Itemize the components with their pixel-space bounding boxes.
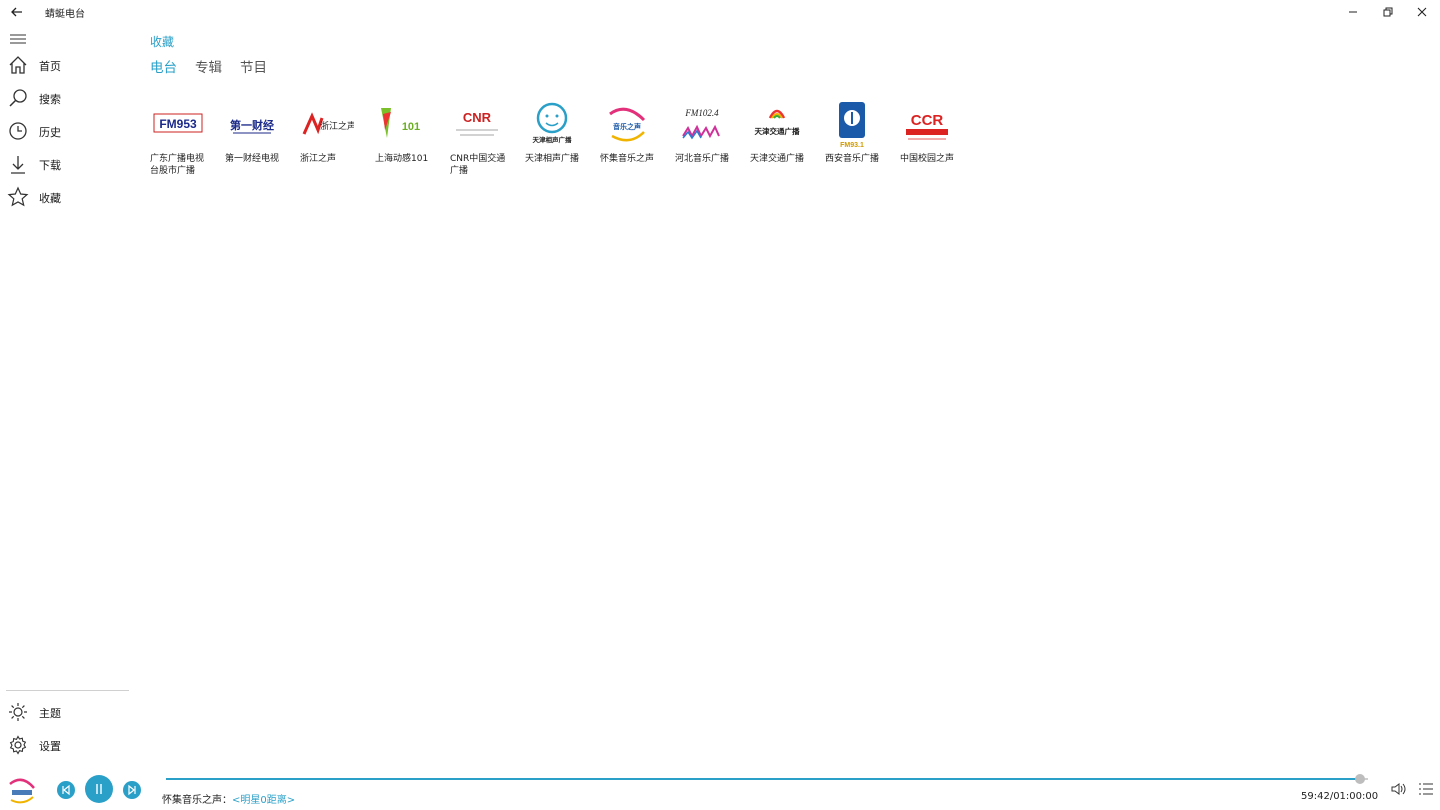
station-name: CNR中国交通广播 [450, 154, 506, 176]
volume-icon[interactable] [1389, 781, 1407, 797]
station-logo-text: 浙江之声 [320, 120, 354, 132]
station-logo: 音乐之声 [609, 107, 646, 142]
station-logo: CCR [906, 112, 948, 140]
station-logo: 101 [381, 108, 420, 138]
station-name: 广东广播电视台股市广播 [150, 154, 205, 176]
sidebar-item-theme[interactable]: 主题 [0, 697, 130, 727]
sidebar-item-label: 设置 [39, 740, 61, 753]
station-logo: CNR [456, 110, 498, 136]
station-logo: FM953 [153, 113, 203, 133]
sidebar-item-download[interactable]: 下载 [0, 149, 130, 179]
sidebar-item-label: 下载 [39, 159, 61, 172]
title-bar: 蜻蜓电台 [0, 0, 1440, 24]
sidebar-item-search[interactable]: 搜索 [0, 83, 130, 113]
station-logo-text: FM93.1 [840, 142, 864, 149]
sidebar-item-settings[interactable]: 设置 [0, 730, 130, 760]
station-name: 怀集音乐之声 [600, 154, 655, 164]
tab-stations[interactable]: 电台 [150, 56, 177, 76]
playlist-icon[interactable] [1418, 781, 1434, 797]
station-logo-text: 第一财经 [230, 118, 274, 132]
station-card[interactable]: 101 上海动感101 [373, 100, 433, 186]
station-logo-text: FM953 [159, 117, 197, 131]
station-card[interactable]: FM953 广东广播电视台股市广播 [148, 100, 208, 186]
window-title: 蜻蜓电台 [45, 9, 85, 20]
sidebar: 首页 搜索 历史 下载 收藏 主题 设置 [0, 26, 130, 766]
search-icon [9, 89, 27, 107]
station-logo-text: 天津相声广播 [533, 135, 573, 144]
station-logo-text: CCR [911, 112, 944, 129]
now-playing-artwork[interactable] [6, 774, 38, 806]
station-card[interactable]: CNR CNR中国交通广播 [448, 100, 508, 186]
sidebar-divider [6, 690, 129, 691]
station-logo: 天津交通广播 [755, 109, 800, 136]
playback-time: 59:42/01:00:00 [1301, 791, 1379, 802]
station-card[interactable]: 天津相声广播 天津相声广播 [523, 100, 583, 186]
now-playing-station: 怀集音乐之声： [162, 795, 232, 806]
progress-thumb[interactable] [1355, 774, 1365, 784]
home-icon [9, 56, 27, 74]
station-name: 浙江之声 [300, 154, 337, 164]
skip-previous-icon [62, 784, 70, 796]
station-card[interactable]: 第一财经 第一财经电视 [223, 100, 283, 186]
sidebar-item-label: 历史 [39, 126, 61, 139]
station-name: 第一财经电视 [225, 154, 280, 164]
previous-button[interactable] [57, 781, 75, 799]
close-icon[interactable] [1413, 3, 1431, 21]
sidebar-item-label: 收藏 [39, 192, 61, 205]
sidebar-item-favorites[interactable]: 收藏 [0, 182, 130, 212]
station-card[interactable]: 天津交通广播 天津交通广播 [748, 100, 808, 186]
tab-programs[interactable]: 节目 [240, 56, 267, 76]
sidebar-item-label: 搜索 [39, 93, 61, 106]
tab-albums[interactable]: 专辑 [195, 56, 222, 76]
station-logo: FM93.1 [839, 102, 865, 149]
minimize-icon[interactable] [1344, 3, 1362, 21]
station-name: 上海动感101 [375, 154, 429, 164]
sidebar-item-history[interactable]: 历史 [0, 116, 130, 146]
station-card[interactable]: FM93.1 西安音乐广播 [823, 100, 883, 186]
clock-icon [9, 122, 27, 140]
station-card[interactable]: 音乐之声 怀集音乐之声 [598, 100, 658, 186]
station-logo-text: 天津交通广播 [755, 126, 800, 136]
station-logo: 第一财经 [230, 118, 274, 134]
now-playing-program-link[interactable]: <明星0距离> [232, 795, 295, 806]
hamburger-menu-icon[interactable] [8, 30, 28, 48]
station-name: 天津交通广播 [750, 154, 805, 164]
skip-next-icon [128, 784, 136, 796]
progress-bar-fill[interactable] [166, 778, 1362, 780]
gear-icon [9, 735, 27, 755]
station-logo-text: 101 [402, 121, 420, 133]
station-card[interactable]: 浙江之声 浙江之声 [298, 100, 358, 186]
restore-icon[interactable] [1379, 3, 1397, 21]
now-playing-text: 怀集音乐之声：<明星0距离> [162, 791, 295, 806]
station-logo: FM102.4 [682, 108, 720, 140]
station-logo: 浙江之声 [302, 112, 354, 135]
next-button[interactable] [123, 781, 141, 799]
station-logo-text: CNR [463, 110, 492, 125]
station-name: 西安音乐广播 [825, 154, 880, 164]
download-icon [11, 156, 25, 174]
back-arrow-icon[interactable] [8, 3, 26, 21]
station-card[interactable]: FM102.4 河北音乐广播 [673, 100, 733, 186]
station-name: 中国校园之声 [900, 154, 955, 164]
station-name: 天津相声广播 [525, 154, 580, 164]
sun-icon [9, 703, 27, 721]
station-logo-text: FM102.4 [684, 108, 719, 118]
pause-icon [96, 784, 102, 794]
player-bar: 怀集音乐之声：<明星0距离> 59:42/01:00:00 [0, 766, 1440, 810]
sidebar-item-label: 主题 [39, 707, 61, 720]
station-logo: 天津相声广播 [533, 102, 573, 144]
sidebar-item-home[interactable]: 首页 [0, 50, 130, 80]
pause-button[interactable] [85, 775, 113, 803]
station-card[interactable]: CCR 中国校园之声 [898, 100, 958, 186]
station-name: 河北音乐广播 [675, 154, 730, 164]
station-logo-text: 音乐之声 [613, 122, 641, 131]
star-icon [7, 186, 29, 207]
sidebar-item-label: 首页 [39, 60, 61, 73]
page-title: 收藏 [150, 35, 175, 49]
